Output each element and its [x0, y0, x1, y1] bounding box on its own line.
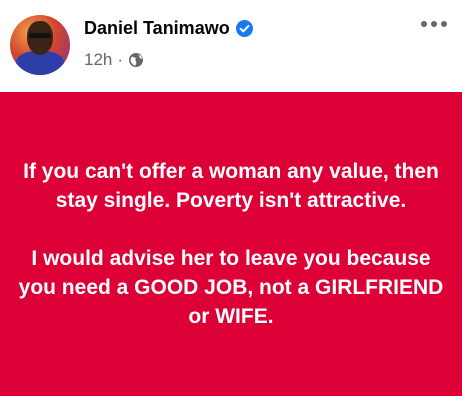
post-content-background: If you can't offer a woman any value, th…: [0, 92, 462, 396]
author-avatar[interactable]: [10, 15, 70, 75]
post-header: Daniel Tanimawo 12h ·: [0, 0, 462, 92]
more-options-button[interactable]: [416, 12, 452, 36]
author-line: Daniel Tanimawo: [84, 18, 253, 39]
verified-badge-icon: [235, 20, 253, 37]
facebook-post: Daniel Tanimawo 12h · If you can't offer…: [0, 0, 462, 401]
post-paragraph-2: I would advise her to leave you because …: [18, 247, 444, 328]
globe-icon[interactable]: [128, 52, 144, 68]
meta-separator: ·: [117, 50, 124, 69]
post-text: If you can't offer a woman any value, th…: [16, 157, 446, 331]
avatar-glasses: [29, 33, 51, 38]
author-name[interactable]: Daniel Tanimawo: [84, 18, 230, 39]
avatar-face: [27, 21, 53, 55]
post-meta: 12h ·: [84, 50, 144, 70]
more-options-icon: [421, 21, 447, 27]
post-timestamp[interactable]: 12h: [84, 50, 112, 70]
post-paragraph-1: If you can't offer a woman any value, th…: [23, 160, 439, 212]
